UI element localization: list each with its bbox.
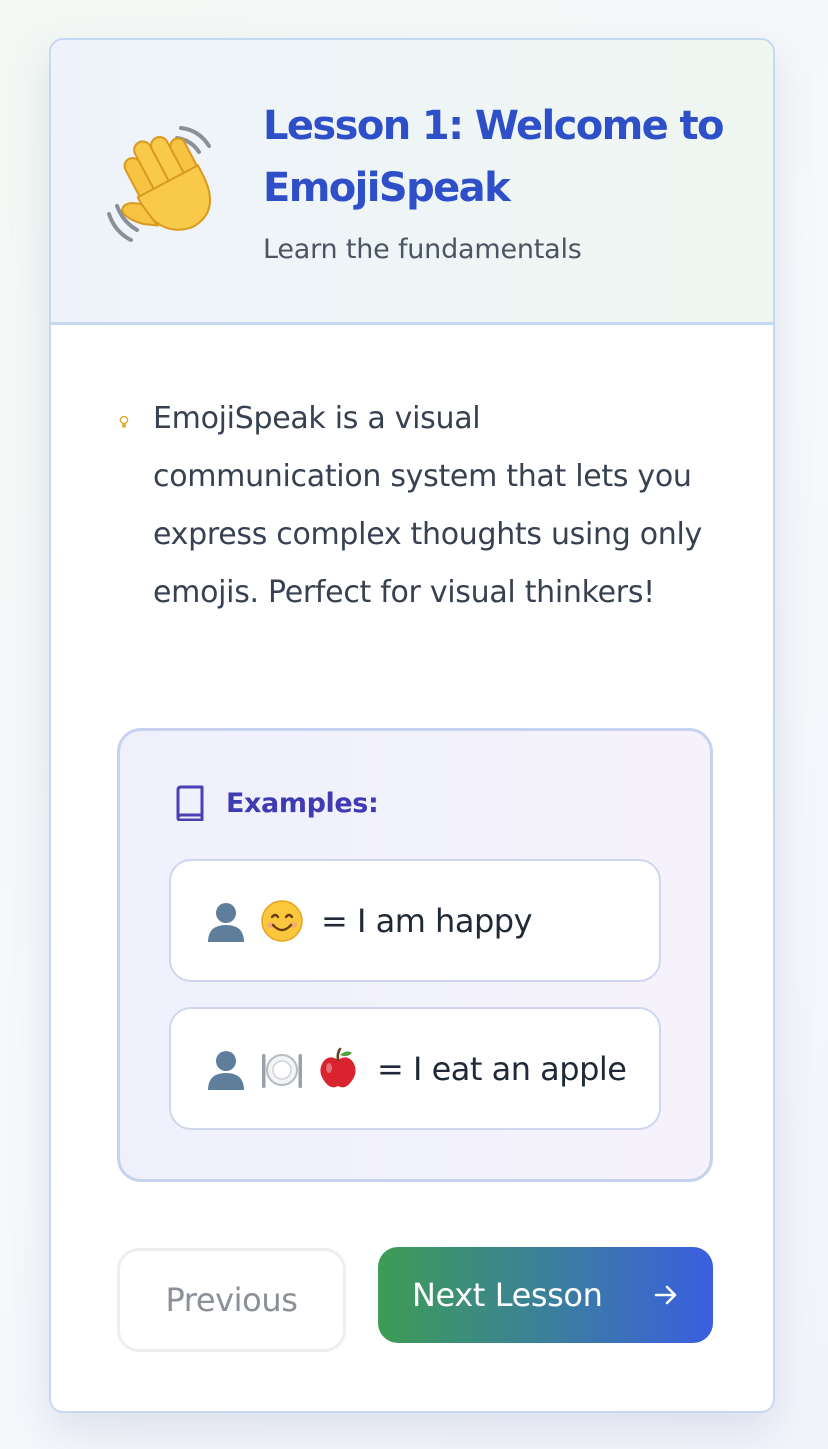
person-silhouette-icon	[208, 1050, 244, 1090]
example-meaning: = I eat an apple	[377, 1049, 627, 1088]
book-icon	[176, 785, 204, 821]
plate-cutlery-icon	[262, 1053, 302, 1088]
example-meaning: = I am happy	[321, 901, 533, 940]
example-item: = I am happy	[169, 859, 661, 982]
lesson-intro-text: EmojiSpeak is a visual communication sys…	[153, 401, 702, 610]
lesson-header: Lesson 1: Welcome to EmojiSpeak Learn th…	[51, 40, 773, 325]
person-silhouette-icon	[208, 902, 244, 942]
examples-panel: Examples: = I am happy = I eat an apple	[117, 728, 713, 1182]
lesson-subtitle: Learn the fundamentals	[263, 234, 582, 265]
lightbulb-icon	[119, 415, 129, 428]
lesson-title: Lesson 1: Welcome to EmojiSpeak	[263, 103, 725, 211]
next-lesson-button[interactable]: Next Lesson	[378, 1247, 713, 1343]
examples-heading: Examples:	[226, 788, 379, 819]
waving-hand-icon	[107, 126, 211, 242]
example-item: = I eat an apple	[169, 1007, 661, 1130]
previous-button[interactable]: Previous	[117, 1248, 346, 1352]
arrow-right-icon	[654, 1285, 677, 1305]
next-lesson-label: Next Lesson	[412, 1276, 603, 1314]
apple-icon	[320, 1047, 356, 1087]
smiling-face-icon	[261, 899, 303, 942]
lesson-card: Lesson 1: Welcome to EmojiSpeak Learn th…	[49, 38, 775, 1413]
